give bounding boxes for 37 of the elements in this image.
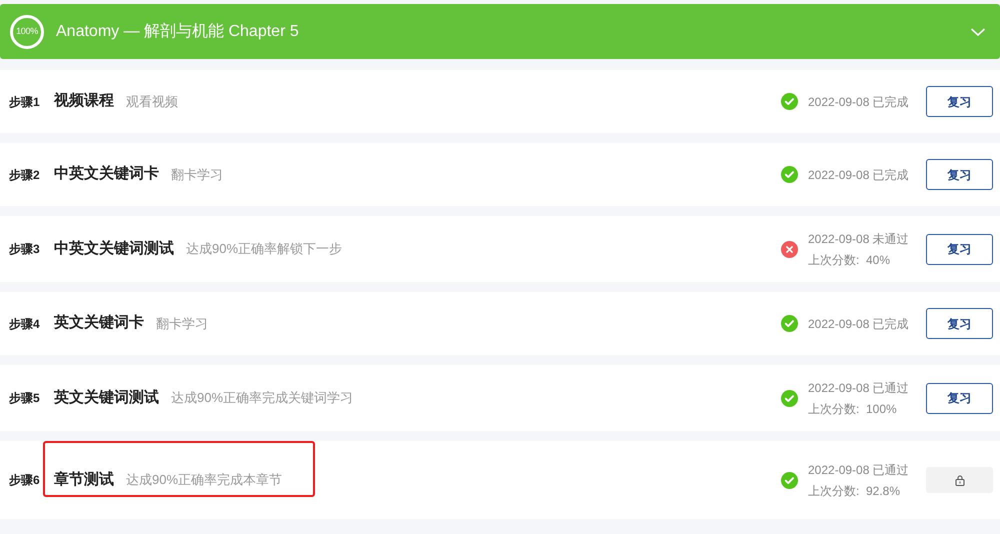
result-text: 2022-09-08 已通过 <box>808 462 910 478</box>
review-button[interactable]: 复习 <box>926 86 993 117</box>
step-title: 中英文关键词测试 <box>54 238 174 259</box>
step-hint: 翻卡学习 <box>171 166 224 184</box>
result-text: 2022-09-08 已完成 <box>808 316 910 332</box>
step-hint: 观看视频 <box>126 92 179 111</box>
review-button[interactable]: 复习 <box>926 308 993 339</box>
review-button[interactable]: 复习 <box>926 382 993 414</box>
chevron-icon[interactable] <box>970 26 986 36</box>
step-title: 视频课程 <box>54 91 114 112</box>
step-label: 步骤6 <box>9 472 41 489</box>
lock-icon <box>954 474 964 486</box>
result-text: 2022-09-08 已完成 <box>808 94 910 110</box>
step-title: 英文关键词卡 <box>54 313 144 334</box>
step-title: 英文关键词测试 <box>54 388 159 408</box>
score-text: 上次分数: 92.8% <box>808 482 902 500</box>
step-label: 步骤3 <box>9 241 41 258</box>
review-button[interactable]: 复习 <box>926 234 993 264</box>
result-text: 2022-09-08 未通过 <box>808 230 910 248</box>
chapter-title: Anatomy — 解剖与机能 Chapter 5 <box>56 22 300 42</box>
step-hint: 达成90%正确率完成关键词学习 <box>171 389 354 408</box>
step-label: 步骤2 <box>9 166 41 184</box>
score-text: 上次分数: 40% <box>808 252 892 268</box>
step-label: 步骤5 <box>9 390 41 407</box>
step-title: 中英文关键词卡 <box>54 164 159 184</box>
progress-badge: 100% <box>10 14 44 48</box>
step-label: 步骤1 <box>9 94 41 110</box>
step-label: 步骤4 <box>9 316 41 332</box>
result-text: 2022-09-08 已通过 <box>808 380 910 396</box>
review-button[interactable]: 复习 <box>926 159 993 190</box>
result-text: 2022-09-08 已完成 <box>808 166 910 184</box>
locked-button[interactable] <box>926 467 993 493</box>
score-text: 上次分数: 100% <box>808 400 898 418</box>
step-hint: 翻卡学习 <box>156 314 209 333</box>
step-hint: 达成90%正确率完成本章节 <box>126 471 284 490</box>
step-title: 章节测试 <box>54 470 114 490</box>
step-hint: 达成90%正确率解锁下一步 <box>186 240 344 258</box>
